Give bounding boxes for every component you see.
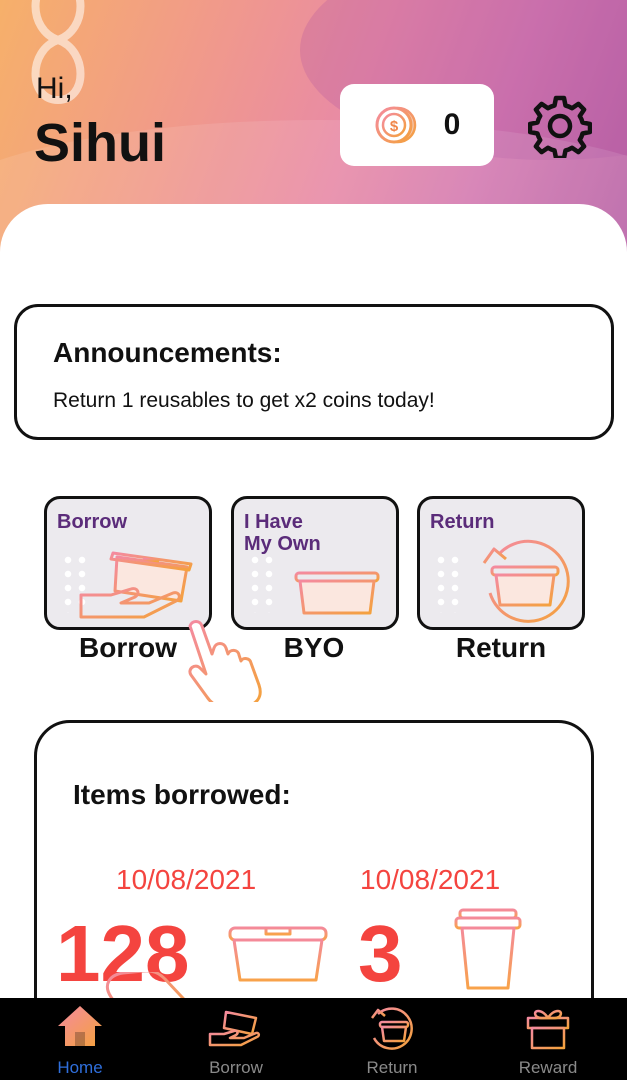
tab-label: Home (57, 1058, 103, 1077)
tab-label: Borrow (209, 1058, 263, 1077)
user-name: Sihui (34, 113, 166, 173)
svg-text:$: $ (389, 118, 398, 135)
tile-title-line: My Own (244, 533, 321, 555)
bottom-tab-bar: Home Borrow Return Reward (0, 998, 627, 1080)
tab-borrow[interactable]: Borrow (158, 998, 314, 1080)
borrow-tile[interactable]: Borrow (44, 496, 212, 630)
announcement-card: Announcements: Return 1 reusables to get… (14, 304, 614, 440)
borrow-box-icon (79, 551, 193, 619)
items-borrowed-title: Items borrowed: (73, 779, 291, 810)
greeting-text: Hi, (36, 72, 73, 105)
decor-dots (434, 553, 464, 613)
gift-icon (526, 1009, 570, 1050)
borrow-icon (208, 1010, 261, 1047)
byo-action-label[interactable]: BYO (229, 632, 399, 664)
return-action-label[interactable]: Return (416, 632, 586, 664)
borrowed-count: 3 (358, 909, 403, 998)
tile-title: Return (430, 511, 495, 533)
tab-label: Reward (518, 1058, 578, 1077)
tile-title-line: I Have (244, 511, 303, 533)
tab-home[interactable]: Home (2, 998, 158, 1080)
borrow-date: 10/08/2021 (360, 864, 501, 895)
coin-balance[interactable]: $ 0 (340, 84, 494, 166)
return-box-icon (482, 539, 570, 623)
tile-title: Borrow (57, 511, 127, 533)
byo-tile[interactable]: I Have My Own (231, 496, 399, 630)
tab-reward[interactable]: Reward (470, 998, 626, 1080)
cup-icon (454, 908, 522, 990)
tile-title: I Have My Own (244, 511, 321, 555)
gear-icon[interactable] (528, 94, 592, 158)
announcement-text: Return 1 reusables to get x2 coins today… (53, 389, 435, 412)
tab-label: Return (366, 1058, 418, 1077)
borrow-date: 10/08/2021 (116, 864, 257, 895)
tab-return[interactable]: Return (314, 998, 470, 1080)
container-icon (228, 926, 328, 982)
borrowed-count: 128 (56, 909, 190, 998)
return-icon (371, 1007, 413, 1050)
announcement-title: Announcements: (53, 337, 282, 368)
return-tile[interactable]: Return (417, 496, 585, 630)
decor-dots (248, 553, 278, 613)
borrow-action-label[interactable]: Borrow (43, 632, 213, 664)
coin-icon: $ (375, 106, 416, 144)
home-icon (58, 1006, 102, 1046)
coin-count: 0 (443, 108, 461, 141)
byo-box-icon (294, 571, 380, 615)
